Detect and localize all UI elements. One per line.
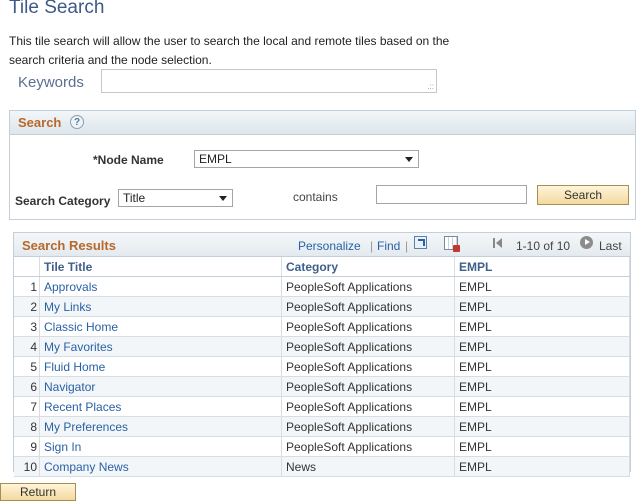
- tile-title-cell: Classic Home: [39, 316, 282, 337]
- row-number: 4: [14, 336, 40, 357]
- node-cell: EMPL: [454, 416, 630, 437]
- row-number: 7: [14, 396, 40, 417]
- find-link[interactable]: Find: [377, 239, 400, 253]
- row-number: 6: [14, 376, 40, 397]
- row-number: 5: [14, 356, 40, 377]
- category-cell: PeopleSoft Applications: [281, 416, 455, 437]
- node-cell: EMPL: [454, 336, 630, 357]
- personalize-link[interactable]: Personalize: [298, 239, 361, 253]
- zoom-icon[interactable]: [414, 236, 427, 249]
- tile-title-cell: Company News: [39, 456, 282, 477]
- column-header-category[interactable]: Category: [281, 257, 455, 277]
- node-cell: EMPL: [454, 456, 630, 477]
- results-table: Tile Title Category EMPL 1 Approvals Peo…: [14, 257, 630, 477]
- tile-title-cell: Navigator: [39, 376, 282, 397]
- category-cell: PeopleSoft Applications: [281, 336, 455, 357]
- search-category-value: Title: [123, 191, 146, 205]
- node-cell: EMPL: [454, 376, 630, 397]
- nav-separator: |: [405, 239, 409, 253]
- table-row: 6 Navigator PeopleSoft Applications EMPL: [14, 376, 630, 397]
- table-row: 8 My Preferences PeopleSoft Applications…: [14, 416, 630, 437]
- tile-title-link[interactable]: My Links: [44, 300, 91, 314]
- page-title: Tile Search: [9, 0, 105, 18]
- table-row: 4 My Favorites PeopleSoft Applications E…: [14, 336, 630, 357]
- node-cell: EMPL: [454, 316, 630, 337]
- node-cell: EMPL: [454, 296, 630, 317]
- tile-title-link[interactable]: My Favorites: [44, 340, 113, 354]
- contains-label: contains: [293, 190, 338, 204]
- node-name-value: EMPL: [199, 152, 232, 166]
- contains-input[interactable]: [376, 185, 527, 204]
- category-cell: PeopleSoft Applications: [281, 276, 455, 297]
- row-number: 8: [14, 416, 40, 437]
- row-number: 3: [14, 316, 40, 337]
- search-header: Search ?: [10, 111, 635, 135]
- row-number: 1: [14, 276, 40, 297]
- node-cell: EMPL: [454, 356, 630, 377]
- table-row: 2 My Links PeopleSoft Applications EMPL: [14, 296, 630, 317]
- tile-title-cell: Fluid Home: [39, 356, 282, 377]
- tile-title-cell: My Favorites: [39, 336, 282, 357]
- grip-icon[interactable]: .::: [427, 83, 434, 91]
- search-header-title: Search: [18, 115, 62, 130]
- keywords-label: Keywords: [18, 74, 84, 91]
- node-cell: EMPL: [454, 276, 630, 297]
- tile-title-cell: Recent Places: [39, 396, 282, 417]
- tile-title-link[interactable]: Company News: [44, 460, 129, 474]
- table-row: 3 Classic Home PeopleSoft Applications E…: [14, 316, 630, 337]
- chevron-down-icon: [405, 157, 413, 162]
- column-header-tile-title[interactable]: Tile Title: [39, 257, 282, 277]
- node-cell: EMPL: [454, 396, 630, 417]
- table-row: 5 Fluid Home PeopleSoft Applications EMP…: [14, 356, 630, 377]
- grid-navigation-bar: Search Results Personalize | Find | 1-10…: [14, 233, 630, 257]
- category-cell: PeopleSoft Applications: [281, 296, 455, 317]
- tile-title-link[interactable]: Classic Home: [44, 320, 118, 334]
- node-name-select[interactable]: EMPL: [194, 150, 419, 168]
- row-number: 2: [14, 296, 40, 317]
- category-cell: PeopleSoft Applications: [281, 396, 455, 417]
- row-range: 1-10 of 10: [516, 239, 571, 253]
- next-page-icon[interactable]: [580, 236, 593, 249]
- tile-title-link[interactable]: Recent Places: [44, 400, 121, 414]
- search-category-select[interactable]: Title: [118, 189, 233, 207]
- row-number-header: [14, 257, 40, 277]
- table-row: 7 Recent Places PeopleSoft Applications …: [14, 396, 630, 417]
- search-button[interactable]: Search: [537, 185, 629, 205]
- table-row: 9 Sign In PeopleSoft Applications EMPL: [14, 436, 630, 457]
- table-header-row: Tile Title Category EMPL: [14, 257, 630, 277]
- tile-title-cell: Sign In: [39, 436, 282, 457]
- help-icon[interactable]: ?: [70, 115, 84, 129]
- search-category-label: Search Category: [15, 194, 111, 208]
- category-cell: PeopleSoft Applications: [281, 356, 455, 377]
- tile-title-cell: Approvals: [39, 276, 282, 297]
- category-cell: PeopleSoft Applications: [281, 436, 455, 457]
- tile-title-link[interactable]: Sign In: [44, 440, 81, 454]
- page-description: This tile search will allow the user to …: [9, 34, 450, 67]
- row-number: 10: [14, 456, 40, 477]
- tile-title-cell: My Links: [39, 296, 282, 317]
- column-header-node[interactable]: EMPL: [454, 257, 630, 277]
- first-page-icon[interactable]: [492, 237, 504, 249]
- tile-title-link[interactable]: My Preferences: [44, 420, 128, 434]
- node-name-label: *Node Name: [93, 153, 164, 167]
- node-cell: EMPL: [454, 436, 630, 457]
- category-cell: PeopleSoft Applications: [281, 316, 455, 337]
- keywords-input[interactable]: .::: [101, 69, 437, 93]
- table-row: 10 Company News News EMPL: [14, 456, 630, 477]
- row-number: 9: [14, 436, 40, 457]
- return-button[interactable]: Return: [0, 483, 76, 501]
- tile-title-link[interactable]: Navigator: [44, 380, 95, 394]
- tile-title-link[interactable]: Fluid Home: [44, 360, 105, 374]
- category-cell: News: [281, 456, 455, 477]
- nav-separator: |: [370, 239, 374, 253]
- chevron-down-icon: [219, 196, 227, 201]
- search-results-grid: Search Results Personalize | Find | 1-10…: [13, 232, 631, 477]
- tile-title-cell: My Preferences: [39, 416, 282, 437]
- last-link[interactable]: Last: [599, 239, 622, 253]
- category-cell: PeopleSoft Applications: [281, 376, 455, 397]
- table-row: 1 Approvals PeopleSoft Applications EMPL: [14, 276, 630, 297]
- tile-title-link[interactable]: Approvals: [44, 280, 97, 294]
- download-icon[interactable]: [444, 236, 460, 252]
- grid-title: Search Results: [22, 238, 116, 253]
